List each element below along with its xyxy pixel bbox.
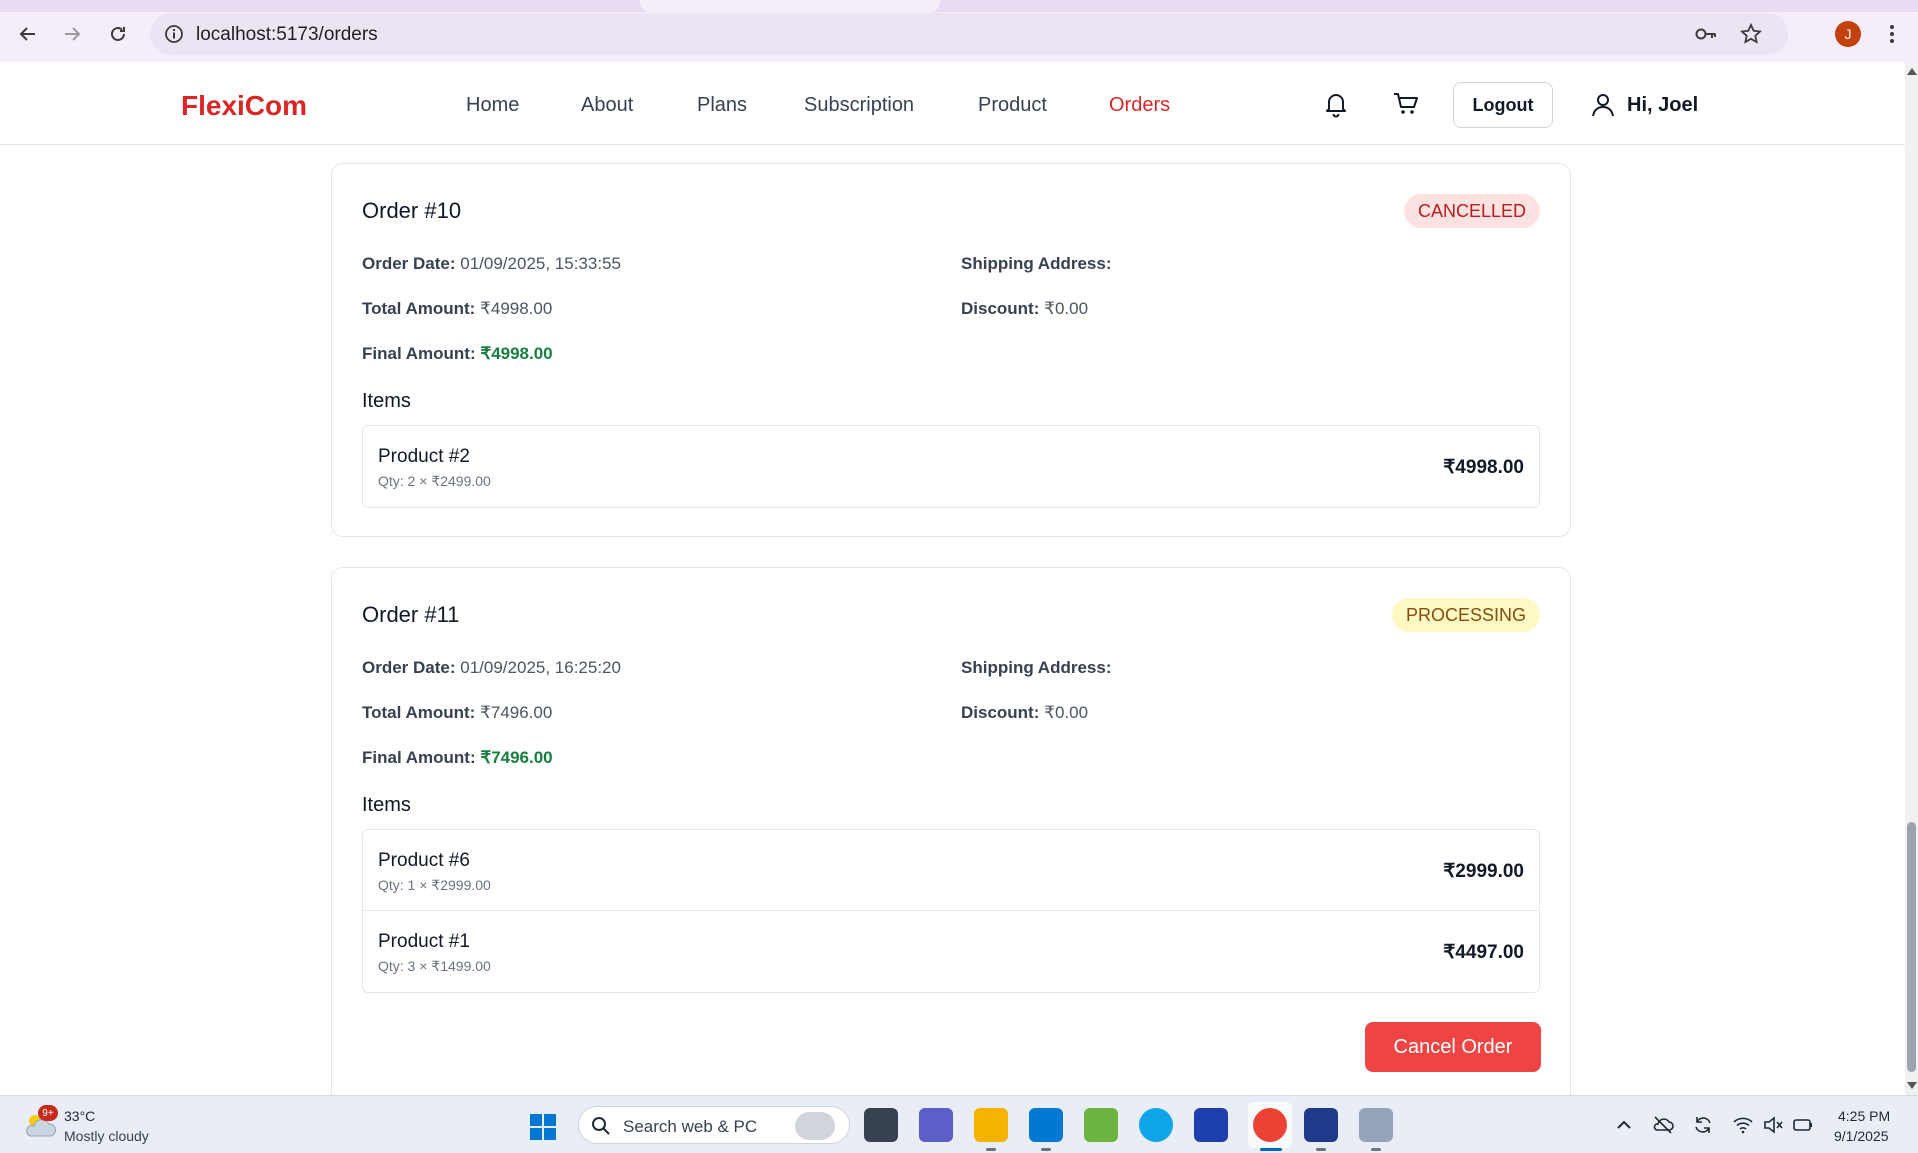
running-indicator xyxy=(1371,1148,1381,1151)
battery-icon[interactable] xyxy=(1792,1114,1814,1136)
user-greeting[interactable]: Hi, Joel xyxy=(1627,94,1698,117)
discount: Discount: ₹0.00 xyxy=(961,703,1089,722)
list-item: Product #1 Qty: 3 × ₹1499.00 ₹4497.00 xyxy=(363,911,1539,992)
item-price: ₹4497.00 xyxy=(1443,942,1524,963)
cart-icon[interactable] xyxy=(1392,90,1420,118)
item-name: Product #2 xyxy=(378,446,470,467)
status-badge: CANCELLED xyxy=(1403,194,1540,228)
active-indicator xyxy=(1260,1148,1282,1151)
item-quantity: Qty: 3 × ₹1499.00 xyxy=(378,958,491,974)
weather-badge: 9+ xyxy=(38,1105,58,1121)
status-badge: PROCESSING xyxy=(1391,598,1540,632)
running-indicator xyxy=(986,1148,996,1151)
order-title: Order #10 xyxy=(362,198,462,223)
scroll-down-arrow-icon[interactable] xyxy=(1907,1082,1917,1089)
taskbar-search[interactable]: Search web & PC xyxy=(578,1106,850,1144)
wifi-icon[interactable] xyxy=(1732,1114,1754,1136)
site-info-icon[interactable] xyxy=(164,24,184,44)
bookmark-star-icon[interactable] xyxy=(1740,23,1762,45)
store-icon[interactable] xyxy=(1194,1108,1228,1142)
address-bar[interactable]: localhost:5173/orders xyxy=(150,13,1788,55)
search-icon xyxy=(592,1117,610,1135)
chevron-up-icon[interactable] xyxy=(1613,1114,1635,1136)
item-price: ₹4998.00 xyxy=(1443,457,1524,478)
task-view-icon[interactable] xyxy=(864,1108,898,1142)
search-highlight-icon xyxy=(795,1112,835,1140)
spring-tools-icon[interactable] xyxy=(1084,1108,1118,1142)
final-amount: Final Amount: ₹4998.00 xyxy=(362,344,553,363)
vscode-icon[interactable] xyxy=(1029,1108,1063,1142)
page-scrollbar[interactable] xyxy=(1905,62,1918,1095)
shipping-address: Shipping Address: xyxy=(961,254,1112,273)
search-placeholder[interactable]: Search web & PC xyxy=(623,1117,757,1137)
list-item: Product #2 Qty: 2 × ₹2499.00 ₹4998.00 xyxy=(363,426,1539,507)
items-list: Product #6 Qty: 1 × ₹2999.00 ₹2999.00 Pr… xyxy=(362,829,1540,993)
edge-icon[interactable] xyxy=(1139,1108,1173,1142)
notification-bell-icon[interactable] xyxy=(1322,90,1350,118)
order-card: Order #11 PROCESSING Order Date: 01/09/2… xyxy=(331,567,1571,1107)
scroll-up-arrow-icon[interactable] xyxy=(1907,68,1917,75)
shipping-address: Shipping Address: xyxy=(961,658,1112,677)
forward-icon[interactable] xyxy=(56,18,88,50)
windows-taskbar: 9+ 33°C Mostly cloudy Search web & PC 4:… xyxy=(0,1095,1918,1153)
clock-time[interactable]: 4:25 PM xyxy=(1838,1108,1890,1124)
nav-orders[interactable]: Orders xyxy=(1109,94,1170,117)
running-indicator xyxy=(1041,1148,1051,1151)
total-amount: Total Amount: ₹4998.00 xyxy=(362,299,553,318)
url-text[interactable]: localhost:5173/orders xyxy=(196,24,378,46)
chrome-icon[interactable] xyxy=(1253,1108,1287,1142)
onedrive-offline-icon[interactable] xyxy=(1652,1114,1674,1136)
browser-menu-icon[interactable] xyxy=(1882,22,1902,46)
weather-temperature[interactable]: 33°C xyxy=(64,1108,95,1124)
windows-start-icon[interactable] xyxy=(529,1113,557,1141)
order-title: Order #11 xyxy=(362,602,460,627)
item-quantity: Qty: 2 × ₹2499.00 xyxy=(378,473,491,489)
final-amount: Final Amount: ₹7496.00 xyxy=(362,748,553,767)
active-tab[interactable] xyxy=(640,0,940,12)
item-price: ₹2999.00 xyxy=(1443,861,1524,882)
nav-about[interactable]: About xyxy=(581,94,633,117)
scroll-thumb[interactable] xyxy=(1907,822,1916,1072)
items-list: Product #2 Qty: 2 × ₹2499.00 ₹4998.00 xyxy=(362,425,1540,508)
weather-condition[interactable]: Mostly cloudy xyxy=(64,1128,149,1144)
order-date: Order Date: 01/09/2025, 15:33:55 xyxy=(362,254,621,273)
nav-product[interactable]: Product xyxy=(978,94,1047,117)
item-name: Product #6 xyxy=(378,850,470,871)
speaker-muted-icon[interactable] xyxy=(1762,1114,1784,1136)
password-key-icon[interactable] xyxy=(1694,23,1718,45)
item-quantity: Qty: 1 × ₹2999.00 xyxy=(378,877,491,893)
logout-button[interactable]: Logout xyxy=(1453,82,1553,128)
reload-icon[interactable] xyxy=(102,18,134,50)
nav-subscription[interactable]: Subscription xyxy=(804,94,914,117)
browser-profile-avatar[interactable]: J xyxy=(1835,21,1861,47)
selenium-icon[interactable] xyxy=(1304,1108,1338,1142)
order-card: Order #10 CANCELLED Order Date: 01/09/20… xyxy=(331,163,1571,537)
list-item: Product #6 Qty: 1 × ₹2999.00 ₹2999.00 xyxy=(363,830,1539,911)
total-amount: Total Amount: ₹7496.00 xyxy=(362,703,553,722)
sync-icon[interactable] xyxy=(1692,1114,1714,1136)
order-date: Order Date: 01/09/2025, 16:25:20 xyxy=(362,658,621,677)
items-heading: Items xyxy=(362,390,411,412)
site-header: FlexiCom Home About Plans Subscription P… xyxy=(0,62,1905,145)
user-icon[interactable] xyxy=(1590,92,1616,118)
nav-home[interactable]: Home xyxy=(466,94,519,117)
nav-plans[interactable]: Plans xyxy=(697,94,747,117)
running-indicator xyxy=(1316,1148,1326,1151)
items-heading: Items xyxy=(362,794,411,816)
clock-date[interactable]: 9/1/2025 xyxy=(1834,1128,1889,1144)
discount: Discount: ₹0.00 xyxy=(961,299,1089,318)
teams-icon[interactable] xyxy=(919,1108,953,1142)
snipping-tool-icon[interactable] xyxy=(1359,1108,1393,1142)
tab-strip xyxy=(0,0,1918,12)
browser-toolbar: localhost:5173/orders J xyxy=(0,0,1918,62)
cancel-order-button[interactable]: Cancel Order xyxy=(1365,1022,1541,1072)
file-explorer-icon[interactable] xyxy=(974,1108,1008,1142)
back-icon[interactable] xyxy=(12,18,44,50)
item-name: Product #1 xyxy=(378,931,470,952)
brand-logo[interactable]: FlexiCom xyxy=(181,90,307,122)
